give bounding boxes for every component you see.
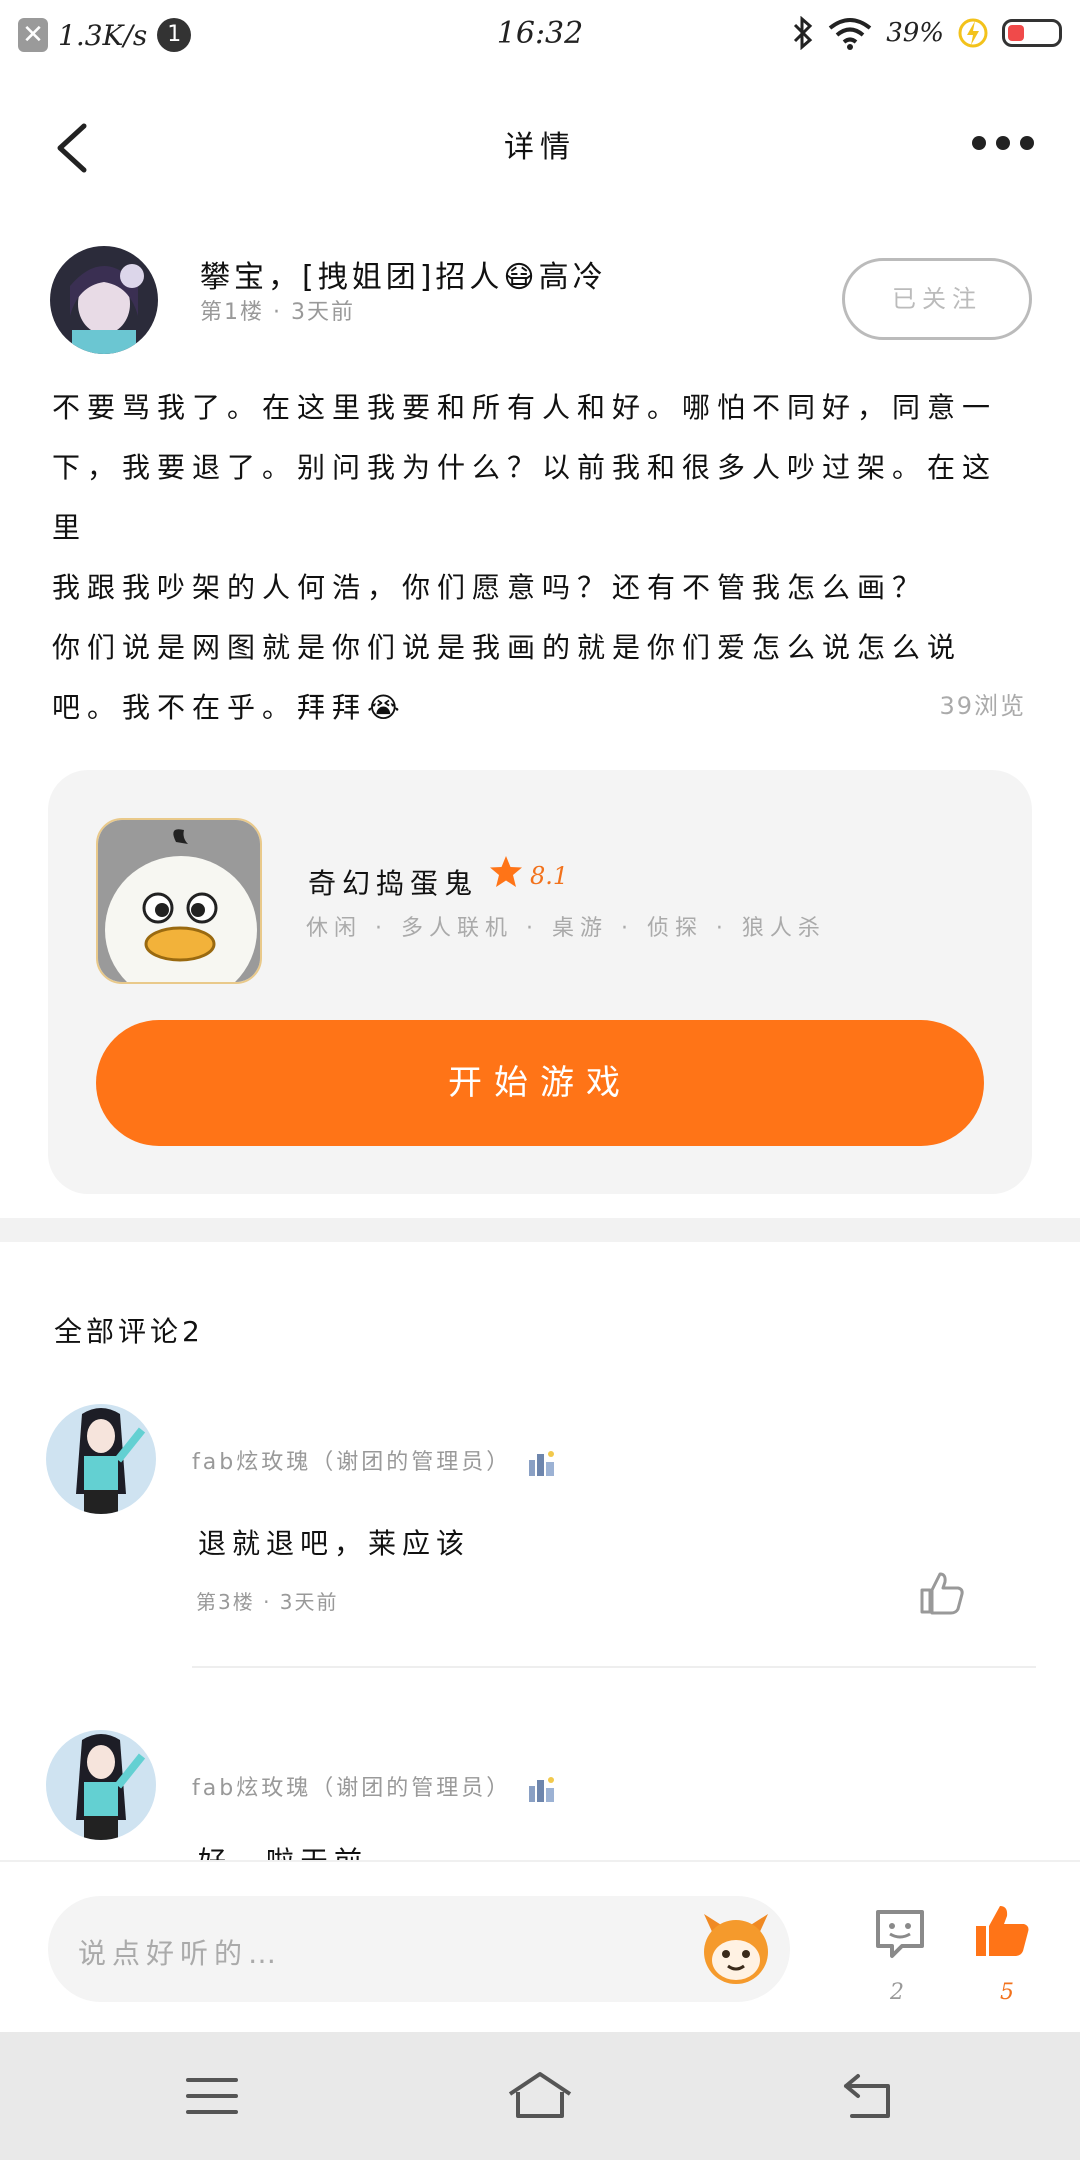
comment-item: fab炫玫瑰（谢团的管理员） 退就退吧，莱应该 第3楼 · 3天前 — [46, 1404, 1036, 1674]
city-badge-icon — [529, 1451, 555, 1476]
commenter-name-text: fab炫玫瑰（谢团的管理员） — [192, 1450, 512, 1475]
commenter-avatar[interactable] — [46, 1404, 156, 1514]
top-header: 详情 — [0, 100, 1080, 190]
comment-input[interactable]: 说点好听的… — [48, 1896, 790, 2002]
city-badge-icon — [529, 1777, 555, 1802]
post-body: 不要骂我了。在这里我要和所有人和好。哪怕不同好，同意一下，我要退了。别问我为什么… — [52, 378, 1012, 738]
emoji-mascot-icon[interactable] — [694, 1906, 778, 1990]
menu-icon[interactable] — [182, 2066, 242, 2126]
comment-text: 退就退吧，莱应该 — [198, 1527, 471, 1560]
comment-count: 2 — [890, 1980, 904, 2005]
game-name[interactable]: 奇幻捣蛋鬼 — [308, 862, 478, 902]
section-divider — [0, 1218, 1080, 1242]
back-icon[interactable] — [838, 2066, 898, 2126]
commenter-name[interactable]: fab炫玫瑰（谢团的管理员） — [192, 1770, 557, 1802]
like-count: 5 — [1000, 1980, 1014, 2005]
comment-meta: 第3楼 · 3天前 — [196, 1590, 339, 1614]
commenter-name[interactable]: fab炫玫瑰（谢团的管理员） — [192, 1444, 557, 1476]
thumbs-up-icon[interactable] — [918, 1570, 966, 1616]
status-bar: ✕ 1.3K/s 1 16:32 39% — [0, 0, 1080, 72]
page-title: 详情 — [504, 130, 576, 165]
game-rating: 8.1 — [530, 862, 569, 890]
comments-title: 全部评论2 — [54, 1315, 204, 1348]
post-author-row: 攀宝，[拽姐团]招人😷高冷 第1楼 · 3天前 已关注 — [50, 246, 1050, 356]
follow-button[interactable]: 已关注 — [842, 258, 1032, 340]
game-card[interactable]: 奇幻捣蛋鬼 8.1 休闲 · 多人联机 · 桌游 · 侦探 · 狼人杀 开始游戏 — [48, 770, 1032, 1194]
star-icon — [490, 856, 522, 887]
author-avatar[interactable] — [50, 246, 158, 354]
wifi-icon — [828, 18, 872, 50]
comment-input-placeholder: 说点好听的… — [78, 1937, 283, 1970]
author-name[interactable]: 攀宝，[拽姐团]招人😷高冷 — [200, 252, 607, 296]
game-tags: 休闲 · 多人联机 · 桌游 · 侦探 · 狼人杀 — [306, 916, 826, 941]
comment-text: 好…啦天前 — [198, 1840, 368, 1860]
view-count: 39浏览 — [939, 692, 1026, 720]
battery-percent: 39% — [886, 18, 944, 48]
status-right: 39% — [792, 16, 1062, 50]
comment-separator — [192, 1666, 1036, 1668]
bottom-action-bar: 说点好听的… 2 5 — [0, 1860, 1080, 2032]
more-dots-icon[interactable] — [972, 128, 1042, 158]
post-paragraph: 你们说是网图就是你们说是我画的就是你们爱怎么说怎么说吧。我不在乎。拜拜😭 — [52, 631, 963, 724]
start-game-button[interactable]: 开始游戏 — [96, 1020, 984, 1146]
commenter-name-text: fab炫玫瑰（谢团的管理员） — [192, 1776, 512, 1801]
post-paragraph: 我跟我吵架的人何浩，你们愿意吗？还有不管我怎么画？ — [52, 571, 928, 604]
thumbs-up-filled-icon[interactable] — [972, 1902, 1032, 1960]
commenter-avatar[interactable] — [46, 1730, 156, 1840]
battery-icon — [1002, 19, 1062, 47]
system-nav-bar — [0, 2032, 1080, 2160]
post-paragraph: 不要骂我了。在这里我要和所有人和好。哪怕不同好，同意一下，我要退了。别问我为什么… — [52, 391, 998, 544]
charging-icon — [958, 18, 988, 48]
bluetooth-icon — [794, 16, 813, 50]
home-icon[interactable] — [504, 2066, 576, 2126]
post-meta: 第1楼 · 3天前 — [200, 300, 355, 325]
duck-game-icon[interactable] — [96, 818, 262, 984]
comment-bubble-icon[interactable] — [872, 1906, 928, 1962]
comment-item: fab炫玫瑰（谢团的管理员） 好…啦天前 — [46, 1730, 1036, 1860]
